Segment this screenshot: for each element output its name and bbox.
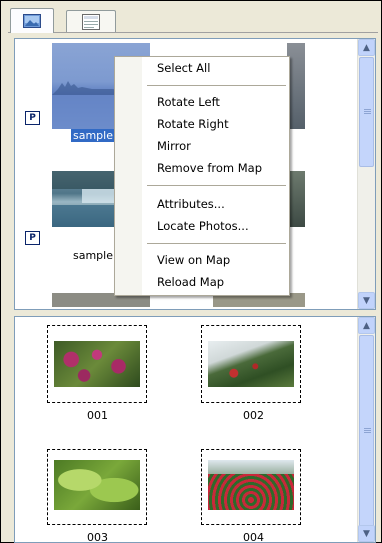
green-leaves-image [54, 460, 140, 510]
red-flowers-white-sky-image [208, 341, 294, 387]
photo-label[interactable]: 004 [243, 531, 264, 542]
menu-item-locate-photos[interactable]: Locate Photos... [157, 219, 249, 233]
photo-frame[interactable] [47, 449, 147, 525]
context-menu: Select All Rotate Left Rotate Right Mirr… [114, 56, 290, 296]
photo-badge: P [25, 111, 40, 125]
chevron-down-icon: ▼ [363, 295, 370, 306]
photo-label[interactable]: 002 [243, 409, 264, 422]
photo-label[interactable]: 003 [87, 531, 108, 542]
menu-item-mirror[interactable]: Mirror [157, 139, 191, 153]
photo-badge: P [25, 231, 40, 245]
top-pane-scrollbar[interactable]: ▲ ▼ [357, 39, 375, 309]
red-tulips-image [208, 460, 294, 510]
menu-item-view-on-map[interactable]: View on Map [157, 253, 230, 267]
list-document-icon [82, 13, 100, 30]
menu-item-select-all[interactable]: Select All [157, 61, 210, 75]
tab-list[interactable] [66, 10, 116, 32]
photo-label[interactable]: 001 [87, 409, 108, 422]
photo-grid-pane[interactable]: 001 002 003 004 ▲ ▼ [14, 316, 376, 543]
menu-item-attributes[interactable]: Attributes... [157, 197, 225, 211]
scroll-down-button[interactable]: ▼ [358, 525, 375, 542]
photo-label[interactable]: sample [73, 249, 113, 262]
menu-item-rotate-right[interactable]: Rotate Right [157, 117, 229, 131]
scroll-up-button[interactable]: ▲ [358, 39, 375, 56]
chevron-up-icon: ▲ [363, 320, 370, 331]
photo-frame[interactable] [201, 325, 301, 403]
menu-separator [147, 243, 286, 244]
chevron-down-icon: ▼ [363, 528, 370, 539]
photo-frame[interactable] [201, 449, 301, 525]
scroll-thumb[interactable] [359, 57, 374, 167]
menu-item-rotate-left[interactable]: Rotate Left [157, 95, 220, 109]
chevron-up-icon: ▲ [363, 42, 370, 53]
photo-label-selected[interactable]: sample [71, 129, 115, 142]
photo-frame[interactable] [47, 325, 147, 403]
menu-separator [147, 85, 286, 86]
menu-separator [147, 185, 286, 186]
landscape-icon [23, 14, 41, 28]
tab-strip [8, 8, 378, 33]
menu-item-reload-map[interactable]: Reload Map [157, 275, 224, 289]
scroll-up-button[interactable]: ▲ [358, 317, 375, 334]
scroll-thumb[interactable] [359, 335, 374, 527]
purple-flowers-image [54, 341, 140, 387]
menu-icon-gutter [115, 57, 142, 295]
tab-photos[interactable] [10, 8, 54, 33]
menu-item-remove-from-map[interactable]: Remove from Map [157, 161, 262, 175]
bottom-pane-scrollbar[interactable]: ▲ ▼ [357, 317, 375, 542]
scroll-down-button[interactable]: ▼ [358, 292, 375, 309]
